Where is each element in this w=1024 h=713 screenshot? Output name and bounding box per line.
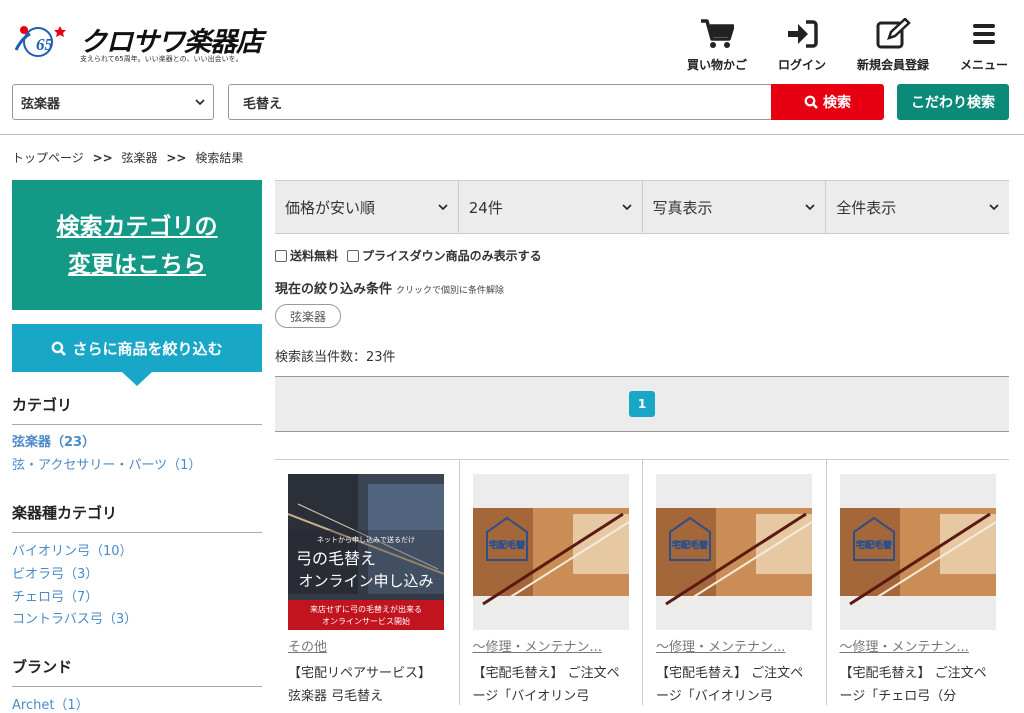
advanced-search-button[interactable]: こだわり検索 bbox=[897, 84, 1009, 120]
category-heading: カテゴリ bbox=[12, 394, 262, 425]
hamburger-icon bbox=[973, 24, 995, 44]
breadcrumb: トップページ >> 弦楽器 >> 検索結果 bbox=[12, 149, 243, 166]
product-category-link[interactable]: ～修理・メンテナン... bbox=[840, 636, 969, 655]
product-card[interactable]: ネットから申し込みで送るだけ 弓の毛替え オンライン申し込み 来店せずに弓の毛替… bbox=[275, 460, 459, 705]
current-filter-heading: 現在の絞り込み条件 クリックで個別に条件解除 bbox=[275, 278, 504, 297]
product-image[interactable]: 宅配毛替 bbox=[839, 474, 996, 630]
stock-filter-value: 全件表示 bbox=[836, 198, 897, 217]
free-shipping-label: 送料無料 bbox=[290, 249, 339, 263]
product-category-link[interactable]: その他 bbox=[288, 636, 327, 655]
price-down-checkbox[interactable]: プライスダウン商品のみ表示する bbox=[347, 247, 542, 264]
menu-label: メニュー bbox=[959, 58, 1008, 72]
site-logo[interactable]: 65 クロサワ楽器店 支えられて65周年。いい楽器との、いい出会いを。 bbox=[12, 18, 282, 66]
product-card[interactable]: 宅配毛替 ～修理・メンテナン... 【宅配毛替え】 ご注文ページ「バイオリン弓 bbox=[458, 460, 643, 708]
category-select[interactable]: 弦楽器 bbox=[12, 84, 214, 120]
product-grid: ネットから申し込みで送るだけ 弓の毛替え オンライン申し込み 来店せずに弓の毛替… bbox=[275, 459, 1010, 708]
instrument-category-heading: 楽器種カテゴリ bbox=[12, 502, 262, 533]
chevron-down-icon bbox=[989, 204, 999, 211]
per-page-select[interactable]: 24件 bbox=[459, 181, 643, 233]
breadcrumb-item-home[interactable]: トップページ bbox=[12, 151, 84, 165]
register-label: 新規会員登録 bbox=[856, 58, 929, 72]
sort-bar: 価格が安い順 24件 写真表示 全件表示 bbox=[275, 180, 1009, 234]
checkbox-box[interactable] bbox=[275, 249, 287, 262]
pagination: 1 bbox=[275, 376, 1009, 432]
anniversary-logo-icon: 65 bbox=[14, 26, 66, 57]
change-category-line1: 検索カテゴリの bbox=[56, 214, 218, 240]
product-card[interactable]: 宅配毛替 ～修理・メンテナン... 【宅配毛替え】 ご注文ページ「チェロ弓（分 bbox=[825, 460, 1010, 708]
product-image[interactable]: 宅配毛替 bbox=[656, 474, 812, 630]
svg-text:宅配毛替: 宅配毛替 bbox=[488, 539, 525, 551]
logo-tagline: 支えられて65周年。いい楽器との、いい出会いを。 bbox=[80, 55, 243, 63]
per-page-value: 24件 bbox=[468, 198, 503, 217]
product-image[interactable]: 宅配毛替 bbox=[472, 474, 629, 630]
site-header: 65 クロサワ楽器店 支えられて65周年。いい楽器との、いい出会いを。 買い物か… bbox=[0, 0, 1024, 135]
breadcrumb-item-category[interactable]: 弦楽器 bbox=[122, 151, 158, 165]
svg-text:65: 65 bbox=[36, 35, 54, 54]
sort-order-value: 価格が安い順 bbox=[285, 198, 376, 217]
narrow-search-toggle[interactable]: さらに商品を絞り込む bbox=[12, 324, 262, 372]
sidebar-instrument-link[interactable]: ビオラ弓（3） bbox=[12, 563, 98, 582]
narrow-search-label: さらに商品を絞り込む bbox=[72, 339, 223, 358]
cart-icon bbox=[701, 19, 734, 48]
product-category-link[interactable]: ～修理・メンテナン... bbox=[473, 636, 602, 655]
chevron-down-icon bbox=[195, 99, 205, 106]
checkbox-box[interactable] bbox=[347, 249, 359, 262]
breadcrumb-separator: >> bbox=[166, 151, 187, 165]
sidebar-instrument-link[interactable]: バイオリン弓（10） bbox=[12, 540, 133, 559]
change-category-button[interactable]: 検索カテゴリの 変更はこちら bbox=[12, 180, 262, 310]
change-category-line2: 変更はこちら bbox=[68, 252, 206, 278]
narrow-search-arrow bbox=[122, 372, 152, 386]
breadcrumb-separator: >> bbox=[92, 151, 113, 165]
register-button[interactable]: 新規会員登録 bbox=[853, 18, 933, 74]
brand-heading: ブランド bbox=[12, 656, 262, 687]
svg-text:オンラインサービス開始: オンラインサービス開始 bbox=[322, 616, 410, 626]
product-image[interactable]: ネットから申し込みで送るだけ 弓の毛替え オンライン申し込み 来店せずに弓の毛替… bbox=[288, 474, 444, 630]
search-query: 毛替え bbox=[243, 96, 283, 112]
filter-tag[interactable]: 弦楽器 bbox=[275, 304, 341, 328]
breadcrumb-item-current: 検索結果 bbox=[195, 151, 244, 165]
svg-text:オンライン申し込み: オンライン申し込み bbox=[298, 572, 433, 590]
product-title[interactable]: 【宅配リペアサービス】 弦楽器 弓毛替え bbox=[288, 662, 448, 708]
search-button-label: 検索 bbox=[823, 95, 851, 111]
sort-order-select[interactable]: 価格が安い順 bbox=[275, 181, 459, 233]
free-shipping-checkbox[interactable]: 送料無料 bbox=[275, 247, 338, 264]
chevron-down-icon bbox=[438, 204, 448, 211]
sidebar-instrument-link[interactable]: チェロ弓（7） bbox=[12, 586, 98, 605]
view-mode-select[interactable]: 写真表示 bbox=[643, 181, 827, 233]
login-button[interactable]: ログイン bbox=[762, 18, 842, 74]
category-select-value: 弦楽器 bbox=[21, 96, 61, 112]
product-title[interactable]: 【宅配毛替え】 ご注文ページ「チェロ弓（分 bbox=[840, 662, 1000, 708]
sign-in-icon bbox=[788, 20, 818, 48]
search-icon bbox=[804, 95, 818, 109]
view-mode-value: 写真表示 bbox=[652, 198, 713, 217]
chevron-down-icon bbox=[621, 204, 632, 211]
search-input[interactable]: 毛替え bbox=[228, 84, 772, 120]
page-number-current[interactable]: 1 bbox=[629, 391, 655, 417]
sidebar-category-link[interactable]: 弦楽器（23） bbox=[12, 431, 95, 450]
login-label: ログイン bbox=[777, 58, 826, 72]
product-category-link[interactable]: ～修理・メンテナン... bbox=[656, 636, 785, 655]
svg-text:ネットから申し込みで送るだけ: ネットから申し込みで送るだけ bbox=[317, 535, 415, 544]
stock-filter-select[interactable]: 全件表示 bbox=[826, 181, 1009, 233]
product-title[interactable]: 【宅配毛替え】 ご注文ページ「バイオリン弓 bbox=[656, 662, 816, 708]
svg-text:弓の毛替え: 弓の毛替え bbox=[296, 549, 376, 568]
chevron-down-icon bbox=[805, 204, 815, 211]
cart-button[interactable]: 買い物かご bbox=[677, 18, 757, 74]
current-filter-label: 現在の絞り込み条件 bbox=[275, 282, 393, 297]
svg-text:来店せずに弓の毛替えが出来る: 来店せずに弓の毛替えが出来る bbox=[310, 604, 422, 614]
cart-label: 買い物かご bbox=[686, 58, 747, 72]
search-icon bbox=[52, 341, 67, 356]
sidebar-category-link[interactable]: 弦・アクセサリー・パーツ（1） bbox=[12, 454, 201, 473]
svg-text:宅配毛替: 宅配毛替 bbox=[855, 539, 892, 551]
result-count: 検索該当件数：23件 bbox=[275, 350, 396, 365]
sidebar-instrument-link[interactable]: コントラバス弓（3） bbox=[12, 608, 137, 627]
svg-text:宅配毛替: 宅配毛替 bbox=[672, 539, 709, 551]
current-filter-hint: クリックで個別に条件解除 bbox=[396, 286, 505, 296]
menu-button[interactable]: メニュー bbox=[944, 18, 1024, 74]
product-title[interactable]: 【宅配毛替え】 ご注文ページ「バイオリン弓 bbox=[473, 662, 633, 708]
edit-icon bbox=[876, 18, 911, 49]
product-card[interactable]: 宅配毛替 ～修理・メンテナン... 【宅配毛替え】 ご注文ページ「バイオリン弓 bbox=[642, 460, 826, 705]
search-button[interactable]: 検索 bbox=[771, 84, 884, 120]
price-down-label: プライスダウン商品のみ表示する bbox=[362, 249, 542, 263]
